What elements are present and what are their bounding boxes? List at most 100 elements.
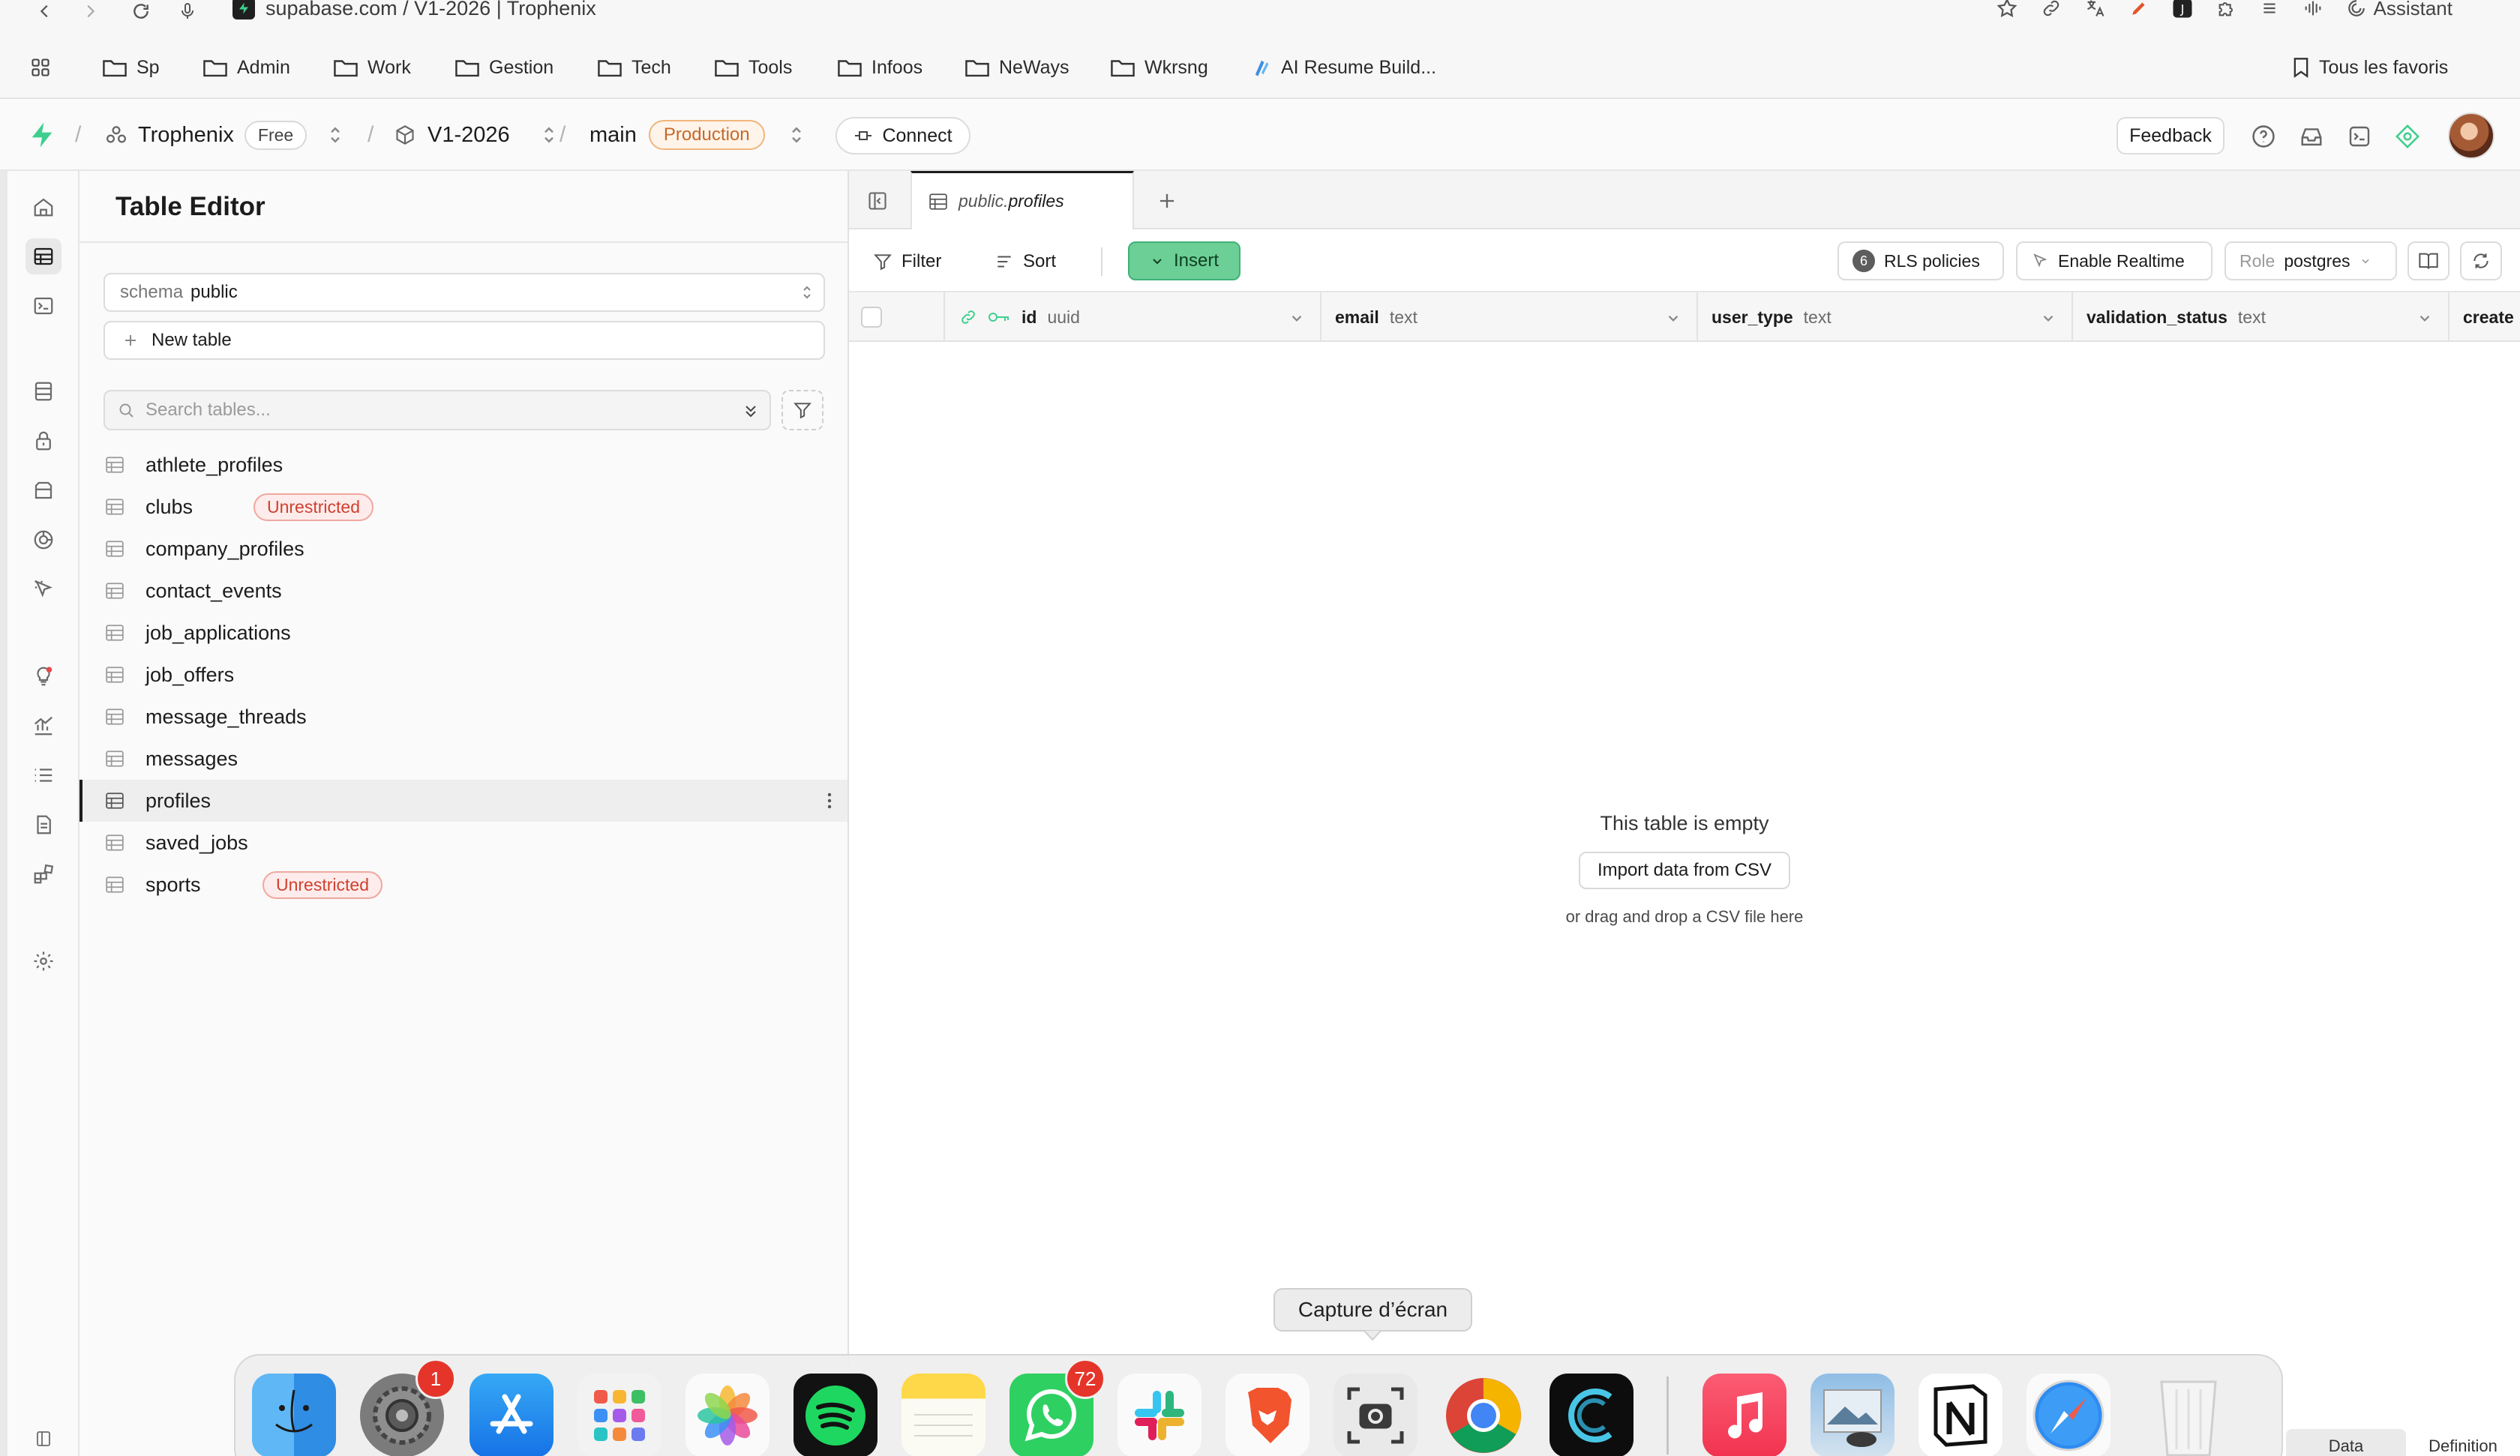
bookmark-folder[interactable]: Sp xyxy=(102,52,160,82)
api-docs-icon[interactable] xyxy=(26,807,62,843)
list-item[interactable]: company_profiles xyxy=(80,528,848,570)
org-switcher[interactable]: Trophenix Free xyxy=(105,99,344,171)
sql-editor-icon[interactable] xyxy=(26,288,62,324)
table-editor-icon[interactable] xyxy=(26,238,62,274)
bookmark-folder[interactable]: Work xyxy=(333,52,411,82)
audio-wave-icon[interactable] xyxy=(2302,0,2324,19)
bookmark-link[interactable]: AI Resume Build... xyxy=(1251,52,1436,82)
translate-icon[interactable] xyxy=(2084,0,2107,19)
realtime-cursor-icon[interactable] xyxy=(26,571,62,607)
bookmark-folder[interactable]: Tools xyxy=(714,52,792,82)
finder-icon[interactable] xyxy=(252,1374,336,1456)
microphone-icon[interactable] xyxy=(172,0,202,22)
feedback-button[interactable]: Feedback xyxy=(2116,117,2224,154)
database-icon[interactable] xyxy=(26,373,62,409)
chevron-up-down-icon[interactable] xyxy=(540,124,558,146)
list-item[interactable]: contact_events xyxy=(80,570,848,612)
link-icon[interactable] xyxy=(2041,0,2062,19)
chevron-down-icon[interactable] xyxy=(2040,310,2056,326)
search-tables-input[interactable]: Search tables... xyxy=(104,390,771,430)
tab-data[interactable]: Data xyxy=(2286,1429,2406,1456)
import-csv-button[interactable]: Import data from CSV xyxy=(1579,852,1790,889)
menu-icon[interactable] xyxy=(2260,0,2279,18)
screenshot-icon[interactable] xyxy=(1334,1374,1418,1456)
list-item[interactable]: messages xyxy=(80,738,848,780)
chevron-down-icon[interactable] xyxy=(1665,310,1682,326)
home-icon[interactable] xyxy=(26,189,62,225)
avatar[interactable] xyxy=(2448,112,2494,159)
bookmark-folder[interactable]: Wkrsng xyxy=(1110,52,1208,82)
safari-icon[interactable] xyxy=(2026,1374,2110,1456)
advisors-bulb-icon[interactable] xyxy=(26,658,62,694)
bookmark-folder[interactable]: Tech xyxy=(597,52,671,82)
insert-button[interactable]: Insert xyxy=(1128,241,1240,280)
api-docs-button[interactable] xyxy=(2408,241,2450,280)
branch-switcher[interactable]: main Production xyxy=(590,99,806,171)
logs-list-icon[interactable] xyxy=(26,757,62,793)
advisor-diamond-icon[interactable] xyxy=(2392,121,2422,151)
assistant-button[interactable]: Assistant xyxy=(2347,0,2452,20)
notes-icon[interactable] xyxy=(902,1374,986,1456)
inbox-icon[interactable] xyxy=(2296,121,2326,151)
list-item[interactable]: sports Unrestricted xyxy=(80,864,848,906)
terminal-icon[interactable] xyxy=(2344,121,2374,151)
column-header[interactable]: validation_status text xyxy=(2073,292,2450,342)
url-field[interactable]: supabase.com / V1-2026 | Trophenix xyxy=(232,0,596,21)
new-tab-plus-icon[interactable] xyxy=(1152,186,1182,216)
list-item-selected[interactable]: profiles xyxy=(80,780,848,822)
double-chevron-down-icon[interactable] xyxy=(742,402,759,420)
role-select[interactable]: Role postgres xyxy=(2224,241,2397,280)
list-item[interactable]: job_offers xyxy=(80,654,848,696)
column-header[interactable]: user_type text xyxy=(1698,292,2073,342)
app-store-icon[interactable] xyxy=(470,1374,554,1456)
chevron-down-icon[interactable] xyxy=(1288,310,1305,326)
bookmark-folder[interactable]: Admin xyxy=(202,52,290,82)
forward-icon[interactable] xyxy=(75,0,105,22)
select-all-checkbox[interactable] xyxy=(861,307,882,328)
edge-functions-icon[interactable] xyxy=(26,522,62,558)
extension-dark-icon[interactable]: J xyxy=(2171,0,2194,19)
sidebar-toggle-icon[interactable] xyxy=(862,186,892,216)
bookmark-folder[interactable]: Infoos xyxy=(837,52,922,82)
more-vertical-icon[interactable] xyxy=(826,792,832,810)
project-switcher[interactable]: V1-2026 xyxy=(394,99,558,171)
preview-icon[interactable] xyxy=(1810,1374,1894,1456)
chevron-down-icon[interactable] xyxy=(2416,310,2433,326)
tab-public-profiles[interactable]: public.profiles xyxy=(910,171,1134,229)
chevron-up-down-icon[interactable] xyxy=(788,124,806,146)
list-item[interactable]: job_applications xyxy=(80,612,848,654)
spotify-icon[interactable] xyxy=(794,1374,878,1456)
column-header[interactable]: create xyxy=(2450,292,2520,342)
notion-icon[interactable] xyxy=(1918,1374,2002,1456)
rls-policies-button[interactable]: 6 RLS policies xyxy=(1838,241,2004,280)
back-icon[interactable] xyxy=(30,0,60,22)
column-header[interactable]: email text xyxy=(1322,292,1698,342)
reports-chart-icon[interactable] xyxy=(26,708,62,744)
apps-grid-icon[interactable] xyxy=(30,52,51,82)
storage-icon[interactable] xyxy=(26,472,62,508)
integrations-icon[interactable] xyxy=(26,856,62,892)
music-icon[interactable] xyxy=(1702,1374,1786,1456)
refresh-button[interactable] xyxy=(2460,241,2502,280)
bookmark-star-icon[interactable] xyxy=(1996,0,2018,19)
tab-definition[interactable]: Definition xyxy=(2406,1429,2520,1456)
filter-tables-button[interactable] xyxy=(782,390,824,430)
pen-extension-icon[interactable] xyxy=(2129,0,2149,18)
help-icon[interactable] xyxy=(2248,121,2278,151)
brave-icon[interactable] xyxy=(1226,1374,1310,1456)
bookmark-folder[interactable]: Gestion xyxy=(454,52,554,82)
list-item[interactable]: message_threads xyxy=(80,696,848,738)
dark-wave-app-icon[interactable] xyxy=(1550,1374,1634,1456)
photos-icon[interactable] xyxy=(686,1374,770,1456)
supabase-logo[interactable] xyxy=(27,99,57,171)
settings-gear-icon[interactable] xyxy=(26,943,62,979)
chevron-up-down-icon[interactable] xyxy=(326,124,344,146)
chrome-icon[interactable] xyxy=(1442,1374,1526,1456)
enable-realtime-button[interactable]: Enable Realtime xyxy=(2016,241,2212,280)
launchpad-icon[interactable] xyxy=(578,1374,662,1456)
filter-button[interactable]: Filter xyxy=(873,244,941,279)
bookmark-folder[interactable]: NeWays xyxy=(964,52,1070,82)
new-table-button[interactable]: New table xyxy=(104,321,825,360)
puzzle-extensions-icon[interactable] xyxy=(2216,0,2237,19)
sort-button[interactable]: Sort xyxy=(994,244,1056,279)
